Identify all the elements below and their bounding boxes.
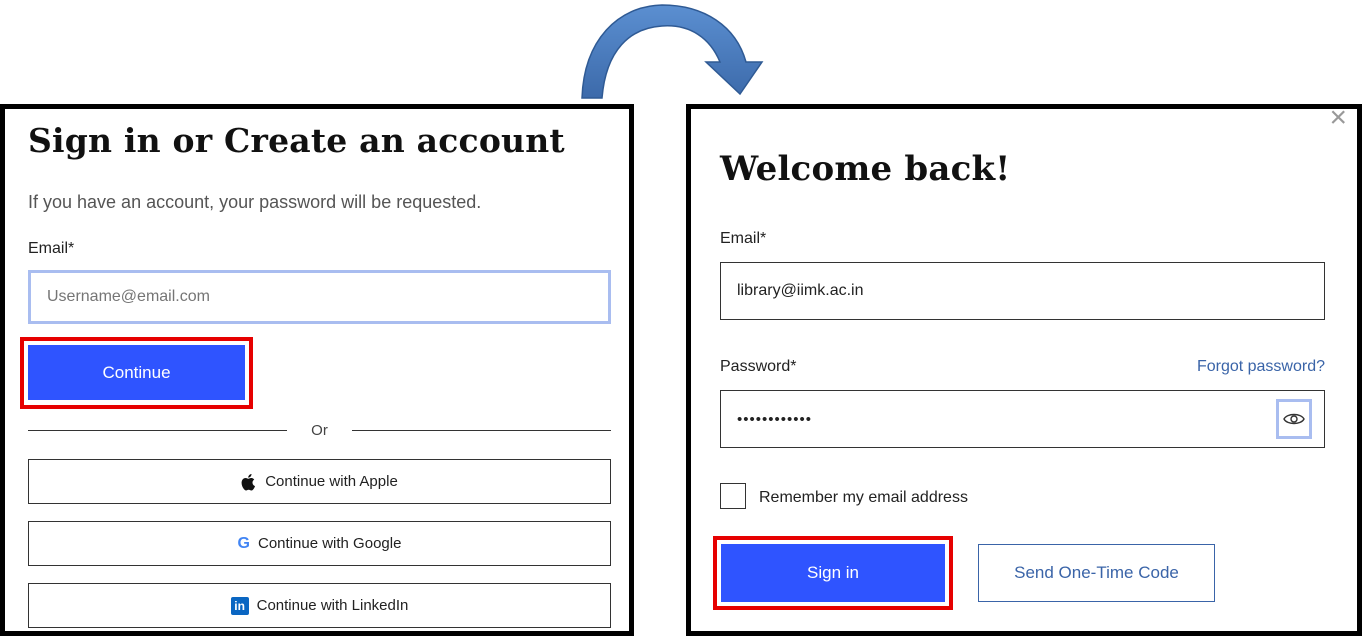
close-icon[interactable]: × — [1329, 103, 1347, 133]
sign-in-button-label: Sign in — [807, 563, 859, 582]
google-icon: G — [237, 534, 250, 552]
remember-email-label: Remember my email address — [759, 489, 968, 506]
subtitle-text: If you have an account, your password wi… — [28, 192, 482, 212]
remember-email-checkbox[interactable] — [720, 483, 746, 509]
sign-in-create-panel: Sign in or Create an account If you have… — [0, 104, 634, 636]
welcome-back-panel: × Welcome back! Email* Password* Forgot … — [686, 103, 1362, 636]
email-label: Email* — [720, 230, 767, 247]
send-one-time-code-button[interactable]: Send One-Time Code — [978, 544, 1215, 602]
email-input[interactable] — [28, 270, 611, 324]
sign-in-button[interactable]: Sign in — [721, 544, 945, 602]
apple-icon — [241, 473, 257, 491]
continue-with-apple-button[interactable]: Continue with Apple — [28, 459, 611, 504]
continue-button[interactable]: Continue — [28, 345, 245, 400]
apple-button-label: Continue with Apple — [265, 473, 398, 490]
page-title: Welcome back! — [720, 149, 1011, 189]
eye-icon — [1283, 413, 1305, 425]
continue-with-google-button[interactable]: G Continue with Google — [28, 521, 611, 566]
show-password-button[interactable] — [1276, 399, 1312, 439]
continue-button-label: Continue — [102, 362, 171, 382]
linkedin-button-label: Continue with LinkedIn — [256, 597, 409, 614]
password-input[interactable]: •••••••••••• — [720, 390, 1325, 448]
curved-arrow-icon — [581, 4, 764, 99]
email-input[interactable] — [720, 262, 1325, 320]
linkedin-icon: in — [230, 596, 249, 615]
google-button-label: Continue with Google — [258, 535, 402, 552]
otp-button-label: Send One-Time Code — [1014, 563, 1179, 582]
or-divider: Or — [28, 420, 612, 440]
email-label: Email* — [28, 240, 75, 257]
forgot-password-link[interactable]: Forgot password? — [1197, 358, 1325, 376]
continue-with-linkedin-button[interactable]: in Continue with LinkedIn — [28, 583, 611, 628]
password-label: Password* — [720, 358, 797, 375]
or-label: Or — [311, 421, 328, 439]
page-title: Sign in or Create an account — [28, 121, 565, 160]
password-value: •••••••••••• — [737, 410, 813, 428]
